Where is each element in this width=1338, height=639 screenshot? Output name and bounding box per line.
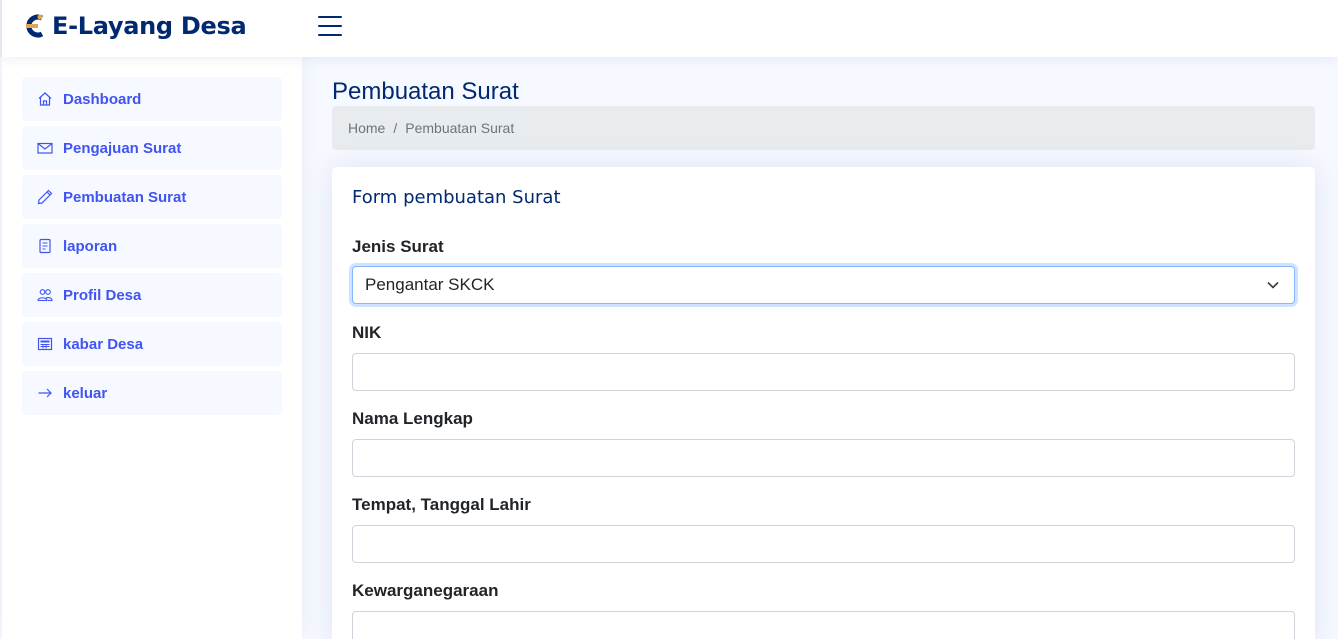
app-logo[interactable]: E-Layang Desa — [24, 12, 247, 40]
logo-icon — [26, 14, 44, 38]
sidebar-item-label: laporan — [63, 237, 118, 255]
jenis-surat-select[interactable]: Pengantar SKCK — [352, 266, 1295, 304]
kewarganegaraan-label: Kewarganegaraan — [352, 581, 499, 600]
nik-label: NIK — [352, 323, 382, 342]
sidebar-item-label: Profil Desa — [63, 286, 142, 304]
sidebar-item-pengajuan-surat[interactable]: Pengajuan Surat — [22, 126, 282, 170]
nama-lengkap-field[interactable] — [352, 439, 1295, 477]
kewarganegaraan-field[interactable] — [352, 611, 1295, 639]
tempat-tanggal-lahir-label: Tempat, Tanggal Lahir — [352, 495, 531, 514]
sidebar-item-label: Pembuatan Surat — [63, 188, 187, 206]
house-icon — [36, 90, 54, 108]
breadcrumb-separator: / — [393, 120, 398, 136]
jenis-surat-label: Jenis Surat — [352, 237, 444, 256]
sidebar-item-label: kabar Desa — [63, 335, 144, 353]
document-icon — [36, 237, 54, 255]
sidebar-item-label: Dashboard — [63, 90, 142, 108]
form-card: Form pembuatan Surat Jenis Surat Pengant… — [332, 167, 1315, 639]
envelope-icon — [36, 139, 54, 157]
people-icon — [36, 286, 54, 304]
sidebar-item-dashboard[interactable]: Dashboard — [22, 77, 282, 121]
nik-field[interactable] — [352, 353, 1295, 391]
sidebar-item-laporan[interactable]: laporan — [22, 224, 282, 268]
sidebar-item-pembuatan-surat[interactable]: Pembuatan Surat — [22, 175, 282, 219]
jenis-surat-value: Pengantar SKCK — [365, 275, 495, 294]
sidebar-item-label: keluar — [63, 384, 108, 402]
sidebar-item-keluar[interactable]: keluar — [22, 371, 282, 415]
sidebar: Dashboard Pengajuan Surat Pembuatan Sura… — [2, 57, 302, 639]
page-title: Pembuatan Surat — [332, 78, 519, 105]
sidebar-item-profil-desa[interactable]: Profil Desa — [22, 273, 282, 317]
breadcrumb: Home / Pembuatan Surat — [332, 106, 1315, 150]
card-title: Form pembuatan Surat — [352, 187, 561, 208]
tempat-tanggal-lahir-field[interactable] — [352, 525, 1295, 563]
hamburger-icon[interactable] — [318, 16, 342, 38]
breadcrumb-current: Pembuatan Surat — [405, 120, 515, 136]
nama-lengkap-label: Nama Lengkap — [352, 409, 473, 428]
sidebar-item-kabar-desa[interactable]: kabar Desa — [22, 322, 282, 366]
pencil-icon — [36, 188, 54, 206]
breadcrumb-home-link[interactable]: Home — [348, 120, 385, 136]
app-title: E-Layang Desa — [52, 12, 247, 40]
top-header: E-Layang Desa — [0, 0, 1338, 57]
arrow-right-icon — [36, 384, 54, 402]
sidebar-item-label: Pengajuan Surat — [63, 139, 182, 157]
chevron-down-icon — [1267, 281, 1279, 289]
newspaper-icon — [36, 335, 54, 353]
